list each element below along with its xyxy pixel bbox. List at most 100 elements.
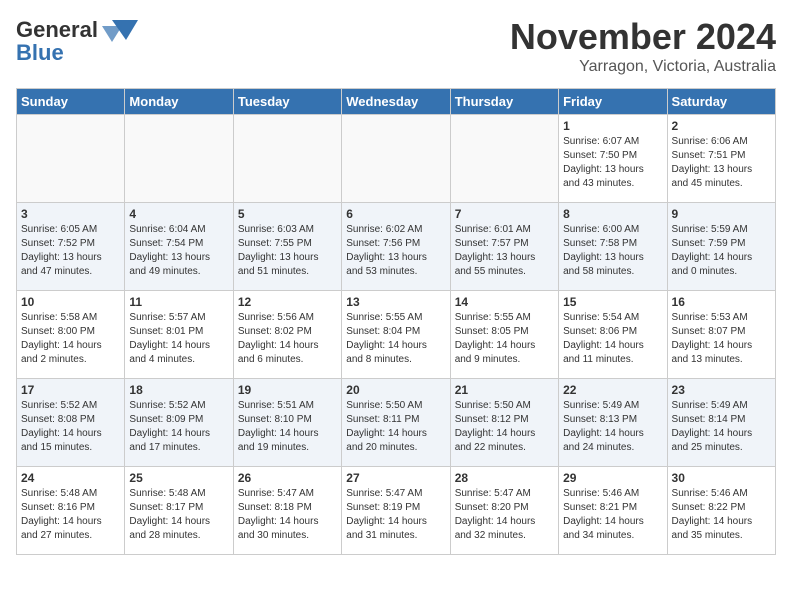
header-row: SundayMondayTuesdayWednesdayThursdayFrid… [17,89,776,115]
calendar-cell [233,115,341,203]
calendar-cell: 28 Sunrise: 5:47 AMSunset: 8:20 PMDayligh… [450,467,558,555]
week-row: 1 Sunrise: 6:07 AMSunset: 7:50 PMDaylight… [17,115,776,203]
day-number: 14 [455,295,554,309]
calendar-cell: 21 Sunrise: 5:50 AMSunset: 8:12 PMDayligh… [450,379,558,467]
calendar-cell: 15 Sunrise: 5:54 AMSunset: 8:06 PMDayligh… [559,291,667,379]
calendar-cell [17,115,125,203]
location-subtitle: Yarragon, Victoria, Australia [510,58,776,76]
day-number: 1 [563,119,662,133]
cell-info: Sunrise: 5:54 AMSunset: 8:06 PMDaylight:… [563,311,662,367]
cell-info: Sunrise: 6:05 AMSunset: 7:52 PMDaylight:… [21,223,120,279]
calendar-cell: 8 Sunrise: 6:00 AMSunset: 7:58 PMDaylight… [559,203,667,291]
logo: General Blue [16,16,138,66]
cell-info: Sunrise: 5:50 AMSunset: 8:11 PMDaylight:… [346,399,445,455]
cell-info: Sunrise: 5:52 AMSunset: 8:09 PMDaylight:… [129,399,228,455]
day-number: 30 [672,471,771,485]
cell-info: Sunrise: 5:46 AMSunset: 8:22 PMDaylight:… [672,487,771,543]
col-header-sunday: Sunday [17,89,125,115]
day-number: 13 [346,295,445,309]
cell-info: Sunrise: 5:55 AMSunset: 8:05 PMDaylight:… [455,311,554,367]
cell-info: Sunrise: 5:50 AMSunset: 8:12 PMDaylight:… [455,399,554,455]
calendar-cell: 11Sunrise: 5:57 AMSunset: 8:01 PMDayligh… [125,291,233,379]
calendar-cell: 16 Sunrise: 5:53 AMSunset: 8:07 PMDayligh… [667,291,775,379]
day-number: 20 [346,383,445,397]
day-number: 25 [129,471,228,485]
day-number: 19 [238,383,337,397]
cell-info: Sunrise: 5:53 AMSunset: 8:07 PMDaylight:… [672,311,771,367]
day-number: 3 [21,207,120,221]
day-number: 21 [455,383,554,397]
cell-info: Sunrise: 5:58 AMSunset: 8:00 PMDaylight:… [21,311,120,367]
day-number: 17 [21,383,120,397]
calendar-cell: 20 Sunrise: 5:50 AMSunset: 8:11 PMDayligh… [342,379,450,467]
cell-info: Sunrise: 5:49 AMSunset: 8:14 PMDaylight:… [672,399,771,455]
day-number: 8 [563,207,662,221]
calendar-cell: 27 Sunrise: 5:47 AMSunset: 8:19 PMDayligh… [342,467,450,555]
logo-icon [102,16,138,44]
cell-info: Sunrise: 6:07 AMSunset: 7:50 PMDaylight:… [563,135,662,191]
cell-info: Sunrise: 5:49 AMSunset: 8:13 PMDaylight:… [563,399,662,455]
calendar-cell: 22 Sunrise: 5:49 AMSunset: 8:13 PMDayligh… [559,379,667,467]
cell-info: Sunrise: 5:47 AMSunset: 8:19 PMDaylight:… [346,487,445,543]
cell-info: Sunrise: 6:02 AMSunset: 7:56 PMDaylight:… [346,223,445,279]
cell-info: Sunrise: 6:03 AMSunset: 7:55 PMDaylight:… [238,223,337,279]
cell-info: Sunrise: 5:59 AMSunset: 7:59 PMDaylight:… [672,223,771,279]
cell-info: Sunrise: 5:57 AMSunset: 8:01 PMDaylight:… [129,311,228,367]
cell-info: Sunrise: 5:47 AMSunset: 8:18 PMDaylight:… [238,487,337,543]
calendar-cell [450,115,558,203]
day-number: 29 [563,471,662,485]
header: General Blue November 2024 Yarragon, Vic… [16,16,776,76]
month-title: November 2024 [510,16,776,58]
calendar-cell: 30 Sunrise: 5:46 AMSunset: 8:22 PMDayligh… [667,467,775,555]
day-number: 16 [672,295,771,309]
week-row: 24Sunrise: 5:48 AMSunset: 8:16 PMDayligh… [17,467,776,555]
calendar-cell: 23Sunrise: 5:49 AMSunset: 8:14 PMDayligh… [667,379,775,467]
calendar-cell: 24Sunrise: 5:48 AMSunset: 8:16 PMDayligh… [17,467,125,555]
calendar-cell: 4Sunrise: 6:04 AMSunset: 7:54 PMDaylight… [125,203,233,291]
day-number: 15 [563,295,662,309]
calendar-cell: 3 Sunrise: 6:05 AMSunset: 7:52 PMDaylight… [17,203,125,291]
calendar-cell: 14 Sunrise: 5:55 AMSunset: 8:05 PMDayligh… [450,291,558,379]
day-number: 4 [129,207,228,221]
cell-info: Sunrise: 5:48 AMSunset: 8:16 PMDaylight:… [21,487,120,543]
calendar-cell [342,115,450,203]
title-area: November 2024 Yarragon, Victoria, Austra… [510,16,776,76]
cell-info: Sunrise: 6:01 AMSunset: 7:57 PMDaylight:… [455,223,554,279]
calendar-cell: 25 Sunrise: 5:48 AMSunset: 8:17 PMDayligh… [125,467,233,555]
calendar-cell [125,115,233,203]
calendar-cell: 5 Sunrise: 6:03 AMSunset: 7:55 PMDaylight… [233,203,341,291]
calendar-cell: 10Sunrise: 5:58 AMSunset: 8:00 PMDayligh… [17,291,125,379]
calendar-cell: 9 Sunrise: 5:59 AMSunset: 7:59 PMDaylight… [667,203,775,291]
cell-info: Sunrise: 5:51 AMSunset: 8:10 PMDaylight:… [238,399,337,455]
logo-blue: Blue [16,40,64,66]
day-number: 27 [346,471,445,485]
calendar-cell: 29 Sunrise: 5:46 AMSunset: 8:21 PMDayligh… [559,467,667,555]
cell-info: Sunrise: 5:55 AMSunset: 8:04 PMDaylight:… [346,311,445,367]
calendar-cell: 7 Sunrise: 6:01 AMSunset: 7:57 PMDaylight… [450,203,558,291]
day-number: 6 [346,207,445,221]
calendar-table: SundayMondayTuesdayWednesdayThursdayFrid… [16,88,776,555]
cell-info: Sunrise: 6:00 AMSunset: 7:58 PMDaylight:… [563,223,662,279]
calendar-cell: 26 Sunrise: 5:47 AMSunset: 8:18 PMDayligh… [233,467,341,555]
week-row: 10Sunrise: 5:58 AMSunset: 8:00 PMDayligh… [17,291,776,379]
day-number: 28 [455,471,554,485]
day-number: 26 [238,471,337,485]
day-number: 22 [563,383,662,397]
week-row: 17 Sunrise: 5:52 AMSunset: 8:08 PMDayligh… [17,379,776,467]
day-number: 5 [238,207,337,221]
calendar-cell: 1 Sunrise: 6:07 AMSunset: 7:50 PMDaylight… [559,115,667,203]
col-header-tuesday: Tuesday [233,89,341,115]
calendar-cell: 19 Sunrise: 5:51 AMSunset: 8:10 PMDayligh… [233,379,341,467]
col-header-wednesday: Wednesday [342,89,450,115]
day-number: 9 [672,207,771,221]
cell-info: Sunrise: 5:52 AMSunset: 8:08 PMDaylight:… [21,399,120,455]
calendar-cell: 6 Sunrise: 6:02 AMSunset: 7:56 PMDaylight… [342,203,450,291]
day-number: 12 [238,295,337,309]
day-number: 7 [455,207,554,221]
cell-info: Sunrise: 5:56 AMSunset: 8:02 PMDaylight:… [238,311,337,367]
cell-info: Sunrise: 5:47 AMSunset: 8:20 PMDaylight:… [455,487,554,543]
cell-info: Sunrise: 5:48 AMSunset: 8:17 PMDaylight:… [129,487,228,543]
calendar-cell: 12 Sunrise: 5:56 AMSunset: 8:02 PMDayligh… [233,291,341,379]
cell-info: Sunrise: 5:46 AMSunset: 8:21 PMDaylight:… [563,487,662,543]
week-row: 3 Sunrise: 6:05 AMSunset: 7:52 PMDaylight… [17,203,776,291]
